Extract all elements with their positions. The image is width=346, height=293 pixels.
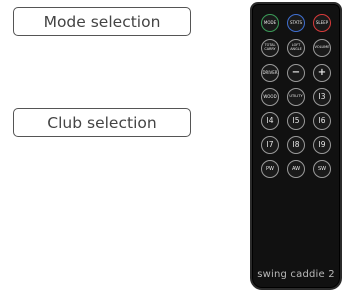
plus-button[interactable]: + xyxy=(313,64,331,82)
iron-3-button[interactable]: I3 xyxy=(313,88,331,106)
sleep-button[interactable]: SLEEP xyxy=(313,14,331,32)
iron-7-button[interactable]: I7 xyxy=(261,136,279,154)
mode-selection-callout: Mode selection xyxy=(13,7,191,36)
mode-button[interactable]: MODE xyxy=(261,14,279,32)
pitching-wedge-button[interactable]: PW xyxy=(261,160,279,178)
driver-button[interactable]: DRIVER xyxy=(261,64,279,82)
iron-6-button[interactable]: I6 xyxy=(313,112,331,130)
iron-5-button[interactable]: I5 xyxy=(287,112,305,130)
iron-9-button[interactable]: I9 xyxy=(313,136,331,154)
loft-angle-button[interactable]: LOFT ANGLE xyxy=(287,39,305,57)
remote-control: MODE STATS SLEEP TOTAL CARRY LOFT ANGLE … xyxy=(250,2,342,290)
minus-button[interactable]: − xyxy=(287,64,305,82)
volume-button[interactable]: VOLUME xyxy=(313,39,331,57)
iron-8-button[interactable]: I8 xyxy=(287,136,305,154)
brand-logo: swing caddie 2 xyxy=(257,269,335,280)
club-selection-callout: Club selection xyxy=(13,108,191,137)
stats-button[interactable]: STATS xyxy=(287,14,305,32)
total-carry-button[interactable]: TOTAL CARRY xyxy=(261,39,279,57)
utility-button[interactable]: UTILITY xyxy=(287,88,305,106)
approach-wedge-button[interactable]: AW xyxy=(287,160,305,178)
wood-button[interactable]: WOOD xyxy=(261,88,279,106)
sand-wedge-button[interactable]: SW xyxy=(313,160,331,178)
iron-4-button[interactable]: I4 xyxy=(261,112,279,130)
